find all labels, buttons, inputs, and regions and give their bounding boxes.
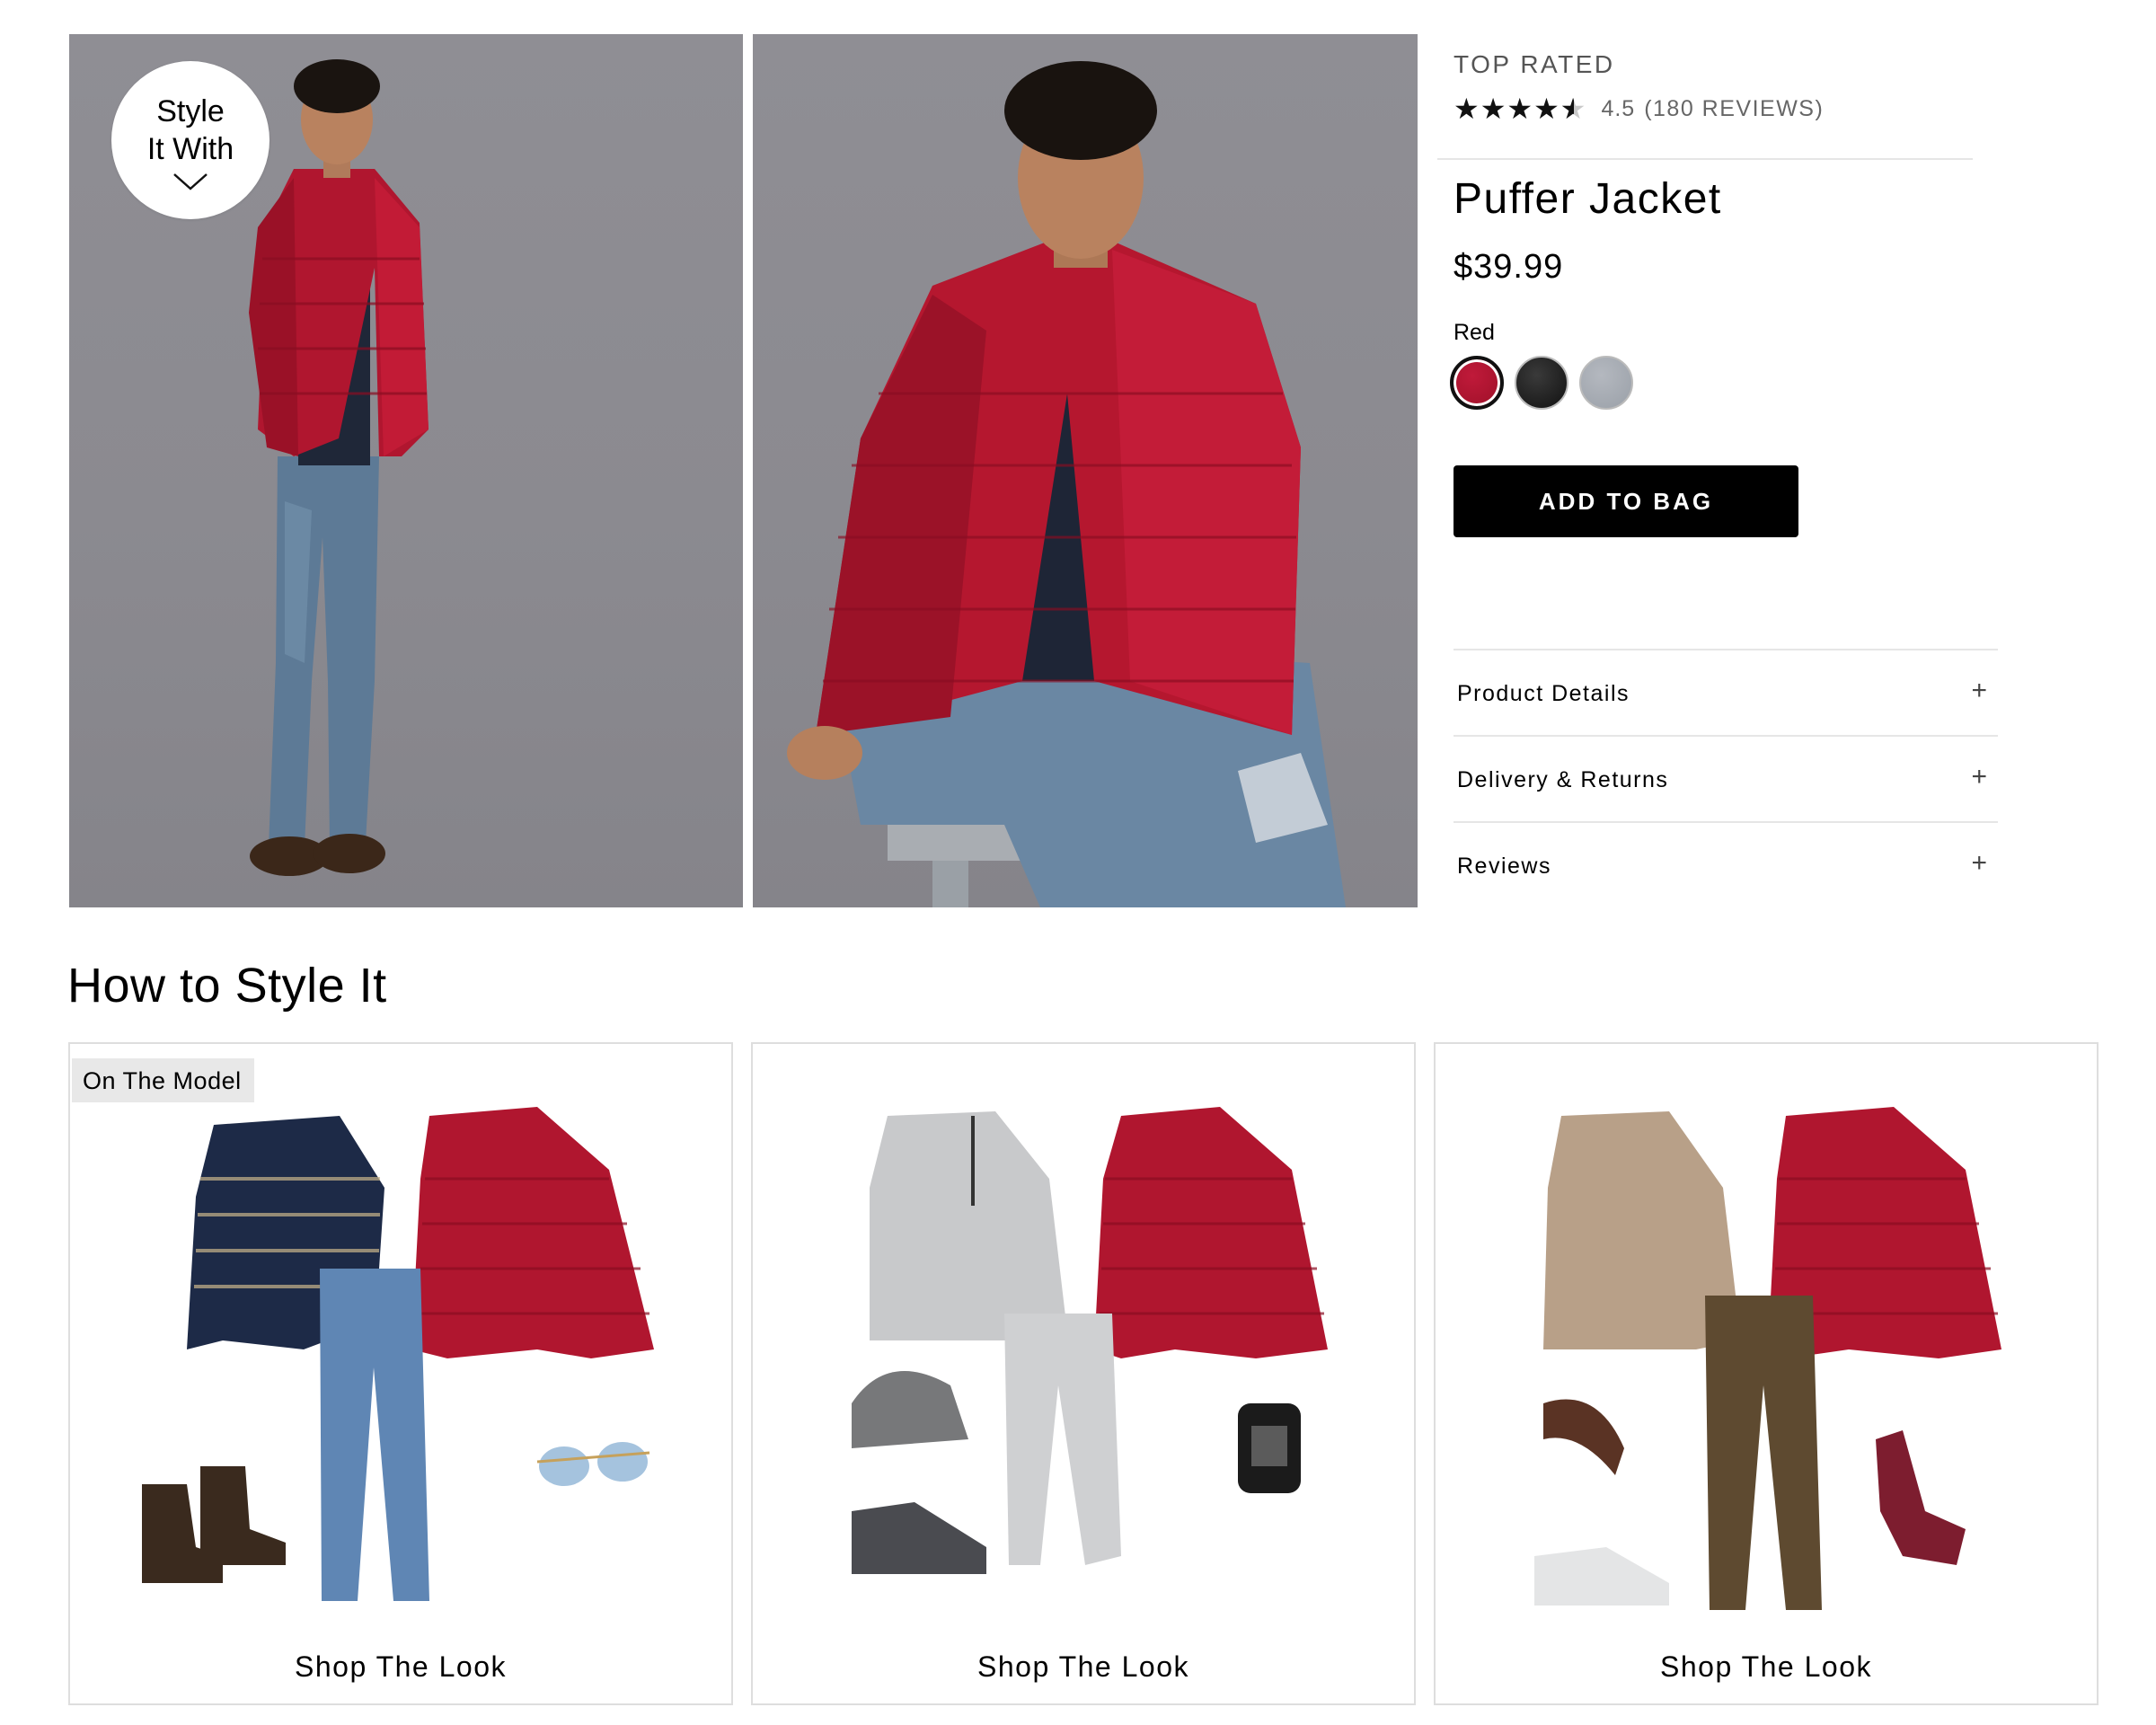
outfit-image-2 bbox=[852, 1107, 1328, 1574]
on-the-model-tag: On The Model bbox=[72, 1058, 254, 1102]
rating-summary[interactable]: ★★★★★ ★★★★★ 4.5 (180 REVIEWS) bbox=[1454, 93, 1824, 124]
style-look-card-2[interactable]: Shop The Look bbox=[751, 1042, 1416, 1705]
color-swatch-black[interactable] bbox=[1515, 356, 1568, 410]
add-to-bag-button[interactable]: ADD TO BAG bbox=[1454, 465, 1798, 537]
shop-the-look-link[interactable]: Shop The Look bbox=[1436, 1650, 2097, 1684]
shop-the-look-link[interactable]: Shop The Look bbox=[70, 1650, 731, 1684]
section-title: How to Style It bbox=[67, 959, 387, 1013]
product-image-seated[interactable] bbox=[753, 34, 1418, 907]
style-look-card-3[interactable]: Shop The Look bbox=[1434, 1042, 2099, 1705]
accordion-reviews[interactable]: Reviews + bbox=[1454, 821, 1998, 907]
star-rating-icon: ★★★★★ ★★★★★ bbox=[1454, 93, 1587, 125]
plus-icon: + bbox=[1971, 762, 1987, 792]
plus-icon: + bbox=[1971, 676, 1987, 705]
badge-line-2: It With bbox=[146, 132, 234, 166]
color-swatch-gray[interactable] bbox=[1579, 356, 1633, 410]
accordion-delivery-returns[interactable]: Delivery & Returns + bbox=[1454, 735, 1998, 821]
top-rated-label: TOP RATED bbox=[1454, 50, 1615, 78]
review-count: (180 REVIEWS) bbox=[1644, 95, 1825, 121]
style-look-card-1[interactable]: On The Model Shop The Look bbox=[68, 1042, 733, 1705]
divider bbox=[1437, 158, 1973, 160]
accordion-label: Reviews bbox=[1457, 854, 1551, 879]
accordion-label: Product Details bbox=[1457, 681, 1630, 706]
style-it-with-button[interactable]: Style It With bbox=[111, 61, 270, 219]
shop-the-look-link[interactable]: Shop The Look bbox=[753, 1650, 1414, 1684]
product-info-panel: TOP RATED ★★★★★ ★★★★★ 4.5 (180 REVIEWS) … bbox=[1437, 0, 2012, 916]
rating-score: 4.5 bbox=[1601, 95, 1636, 121]
selected-color-label: Red bbox=[1454, 320, 1495, 345]
product-title: Puffer Jacket bbox=[1454, 175, 1722, 223]
accordion-product-details[interactable]: Product Details + bbox=[1454, 649, 1998, 735]
chevron-down-icon bbox=[173, 173, 208, 190]
product-price: $39.99 bbox=[1454, 248, 1564, 286]
outfit-image-1 bbox=[142, 1107, 654, 1601]
plus-icon: + bbox=[1971, 848, 1987, 878]
color-swatch-red[interactable] bbox=[1450, 356, 1504, 410]
outfit-image-3 bbox=[1534, 1107, 2001, 1610]
color-swatches bbox=[1450, 356, 1644, 410]
model-photo-seated bbox=[787, 61, 1346, 907]
accordion-label: Delivery & Returns bbox=[1457, 767, 1669, 792]
badge-line-1: Style bbox=[156, 94, 225, 128]
